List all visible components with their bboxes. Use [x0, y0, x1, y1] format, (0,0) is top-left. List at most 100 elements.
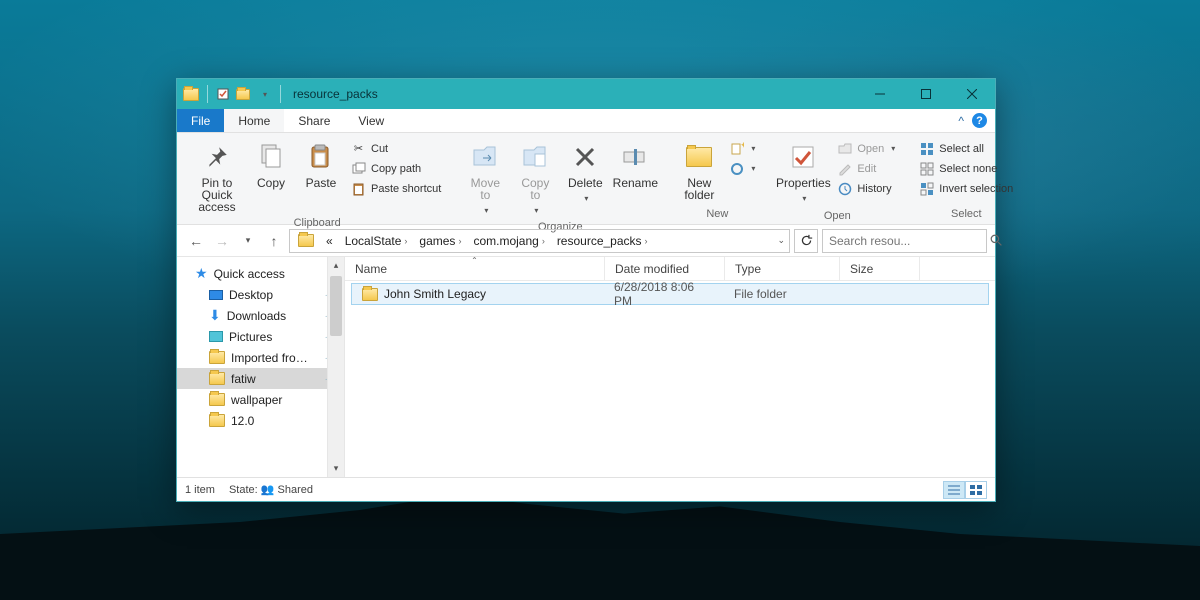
refresh-button[interactable] — [794, 229, 818, 253]
help-icon[interactable]: ? — [972, 113, 987, 128]
paste-label: Paste — [306, 177, 337, 189]
scissors-icon: ✂ — [351, 141, 366, 156]
properties-button[interactable]: Properties▾ — [775, 137, 831, 209]
folder-icon — [209, 393, 225, 406]
delete-icon — [574, 141, 596, 173]
ribbon-group-organize: Move to▾ Copy to▾ Delete▾ Rename Organiz… — [455, 135, 665, 222]
close-button[interactable] — [949, 79, 995, 109]
paste-shortcut-icon — [351, 181, 366, 196]
scroll-thumb[interactable] — [330, 276, 342, 336]
move-to-button[interactable]: Move to▾ — [461, 137, 509, 221]
tab-view[interactable]: View — [344, 109, 398, 132]
chevron-right-icon[interactable]: › — [404, 236, 407, 246]
tab-home[interactable]: Home — [224, 109, 284, 132]
ribbon-group-new: New folder ✦▾ ▾ New — [669, 135, 765, 222]
nav-up-button[interactable]: ↑ — [263, 230, 285, 252]
qat-customize-icon[interactable]: ▾ — [258, 87, 272, 101]
copy-path-button[interactable]: Copy path — [347, 159, 445, 178]
sidebar-scrollbar[interactable]: ▴ ▾ — [327, 257, 344, 477]
sidebar-desktop[interactable]: Desktop📌 — [177, 284, 344, 305]
rename-button[interactable]: Rename — [611, 137, 659, 193]
nav-recent-button[interactable]: ▾ — [237, 230, 259, 252]
copy-to-icon — [521, 141, 549, 173]
sidebar-pictures[interactable]: Pictures📌 — [177, 326, 344, 347]
sidebar-label: wallpaper — [231, 393, 282, 407]
select-none-button[interactable]: Select none — [915, 159, 1017, 178]
file-name: John Smith Legacy — [384, 287, 486, 301]
cut-button[interactable]: ✂ Cut — [347, 139, 445, 158]
view-details-button[interactable] — [943, 481, 965, 499]
sidebar-12[interactable]: 12.0 — [177, 410, 344, 431]
maximize-button[interactable] — [903, 79, 949, 109]
chevron-right-icon[interactable]: › — [542, 236, 545, 246]
view-icons-button[interactable] — [965, 481, 987, 499]
select-all-button[interactable]: Select all — [915, 139, 1017, 158]
col-date[interactable]: Date modified — [605, 257, 725, 280]
qat-newfolder-icon[interactable] — [236, 89, 250, 100]
file-row[interactable]: John Smith Legacy 6/28/2018 8:06 PM File… — [351, 283, 989, 305]
addr-dropdown-icon[interactable]: ⌄ — [769, 230, 789, 252]
chevron-right-icon[interactable]: › — [645, 236, 648, 246]
paste-button[interactable]: Paste — [297, 137, 345, 193]
sidebar-downloads[interactable]: ⬇Downloads📌 — [177, 305, 344, 326]
nav-back-button[interactable]: ← — [185, 230, 207, 252]
sidebar-wallpaper[interactable]: wallpaper — [177, 389, 344, 410]
easy-access-button[interactable]: ▾ — [725, 159, 759, 178]
minimize-button[interactable] — [857, 79, 903, 109]
breadcrumb-seg-0[interactable]: LocalState› — [337, 230, 412, 252]
rename-icon — [622, 141, 648, 173]
ribbon-collapse-icon[interactable]: ^ — [958, 114, 964, 128]
scroll-up-icon[interactable]: ▴ — [328, 257, 344, 274]
paste-shortcut-button[interactable]: Paste shortcut — [347, 179, 445, 198]
tab-share[interactable]: Share — [284, 109, 344, 132]
edit-icon — [837, 161, 852, 176]
qat-properties-icon[interactable] — [216, 87, 230, 101]
search-icon — [990, 234, 1003, 247]
chevron-right-icon[interactable]: › — [458, 236, 461, 246]
copy-path-icon — [351, 161, 366, 176]
cut-label: Cut — [371, 143, 388, 155]
breadcrumb-seg-1[interactable]: games› — [411, 230, 465, 252]
copy-button[interactable]: Copy — [247, 137, 295, 193]
col-size[interactable]: Size — [840, 257, 920, 280]
file-list: Name⌃ Date modified Type Size John Smith… — [345, 257, 995, 477]
new-folder-icon — [686, 141, 712, 173]
file-type: File folder — [724, 287, 839, 301]
nav-forward-button[interactable]: → — [211, 230, 233, 252]
select-all-label: Select all — [939, 143, 984, 155]
delete-button[interactable]: Delete▾ — [561, 137, 609, 209]
qat-separator-2 — [280, 85, 281, 103]
sidebar-imported[interactable]: Imported from F📌 — [177, 347, 344, 368]
people-icon: 👥 — [261, 484, 275, 496]
new-item-button[interactable]: ✦▾ — [725, 139, 759, 158]
copy-to-button[interactable]: Copy to▾ — [511, 137, 559, 221]
pin-quick-access-button[interactable]: Pin to Quick access — [189, 137, 245, 217]
sidebar-label: Imported from F — [231, 351, 309, 365]
new-folder-button[interactable]: New folder — [675, 137, 723, 205]
sidebar-fatiw[interactable]: fatiw📌 — [177, 368, 344, 389]
search-box[interactable] — [822, 229, 987, 253]
history-button[interactable]: History — [833, 179, 899, 198]
col-type[interactable]: Type — [725, 257, 840, 280]
breadcrumb-prefix[interactable]: « — [318, 230, 337, 252]
invert-selection-icon — [919, 181, 934, 196]
status-bar: 1 item State: 👥 Shared — [177, 477, 995, 501]
sidebar-quick-access[interactable]: ★Quick access — [177, 263, 344, 284]
paste-shortcut-label: Paste shortcut — [371, 183, 441, 195]
breadcrumb-seg-2[interactable]: com.mojang› — [465, 230, 548, 252]
address-bar[interactable]: « LocalState› games› com.mojang› resourc… — [289, 229, 790, 253]
folder-icon — [209, 372, 225, 385]
tab-file[interactable]: File — [177, 109, 224, 132]
delete-label: Delete — [568, 177, 603, 189]
svg-text:✦: ✦ — [740, 142, 744, 150]
column-headers: Name⌃ Date modified Type Size — [345, 257, 995, 281]
edit-button[interactable]: Edit — [833, 159, 899, 178]
col-name[interactable]: Name⌃ — [345, 257, 605, 280]
clipboard-small-buttons: ✂ Cut Copy path Paste shortcut — [347, 137, 445, 198]
breadcrumb-seg-3[interactable]: resource_packs› — [549, 230, 652, 252]
invert-selection-button[interactable]: Invert selection — [915, 179, 1017, 198]
rename-label: Rename — [613, 177, 658, 189]
search-input[interactable] — [829, 234, 984, 248]
scroll-down-icon[interactable]: ▾ — [328, 460, 344, 477]
open-button[interactable]: Open▾ — [833, 139, 899, 158]
